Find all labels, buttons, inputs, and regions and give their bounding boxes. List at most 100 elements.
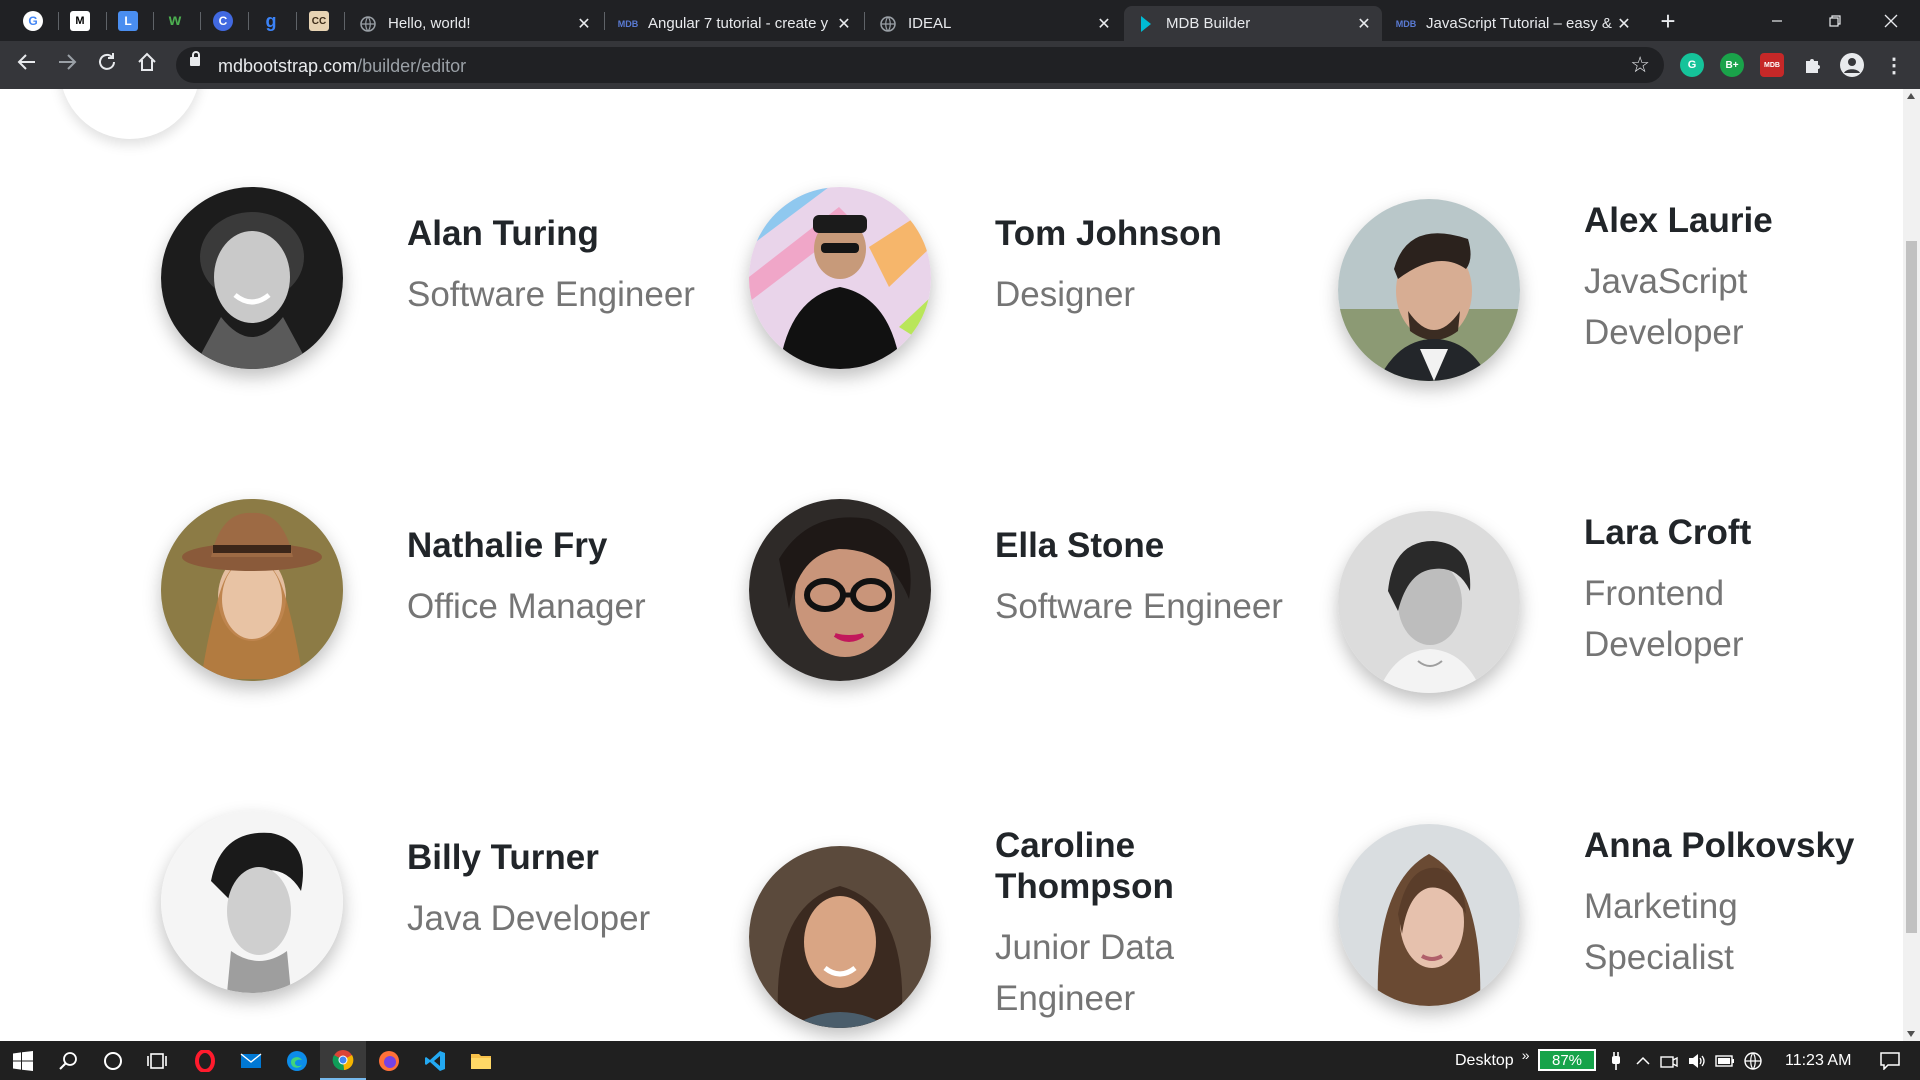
tab-mdb-builder[interactable]: MDB Builder ✕ (1124, 6, 1382, 41)
c-app-icon: C (213, 11, 233, 31)
close-icon[interactable]: ✕ (1094, 14, 1114, 34)
browser-tab-bar: G M L w C g CC Hello, world! ✕ MDB Angul… (0, 0, 1920, 41)
url-host: mdbootstrap.com (218, 56, 358, 76)
bplus-extension-icon[interactable]: B+ (1720, 53, 1744, 77)
member-role: Office Manager (407, 587, 646, 626)
menu-kebab-icon[interactable]: ⋮ (1882, 53, 1906, 77)
desktop-toolbar-label[interactable]: Desktop » (1455, 1041, 1530, 1080)
tab-javascript-tutorial[interactable]: MDB JavaScript Tutorial – easy & ✕ (1384, 6, 1642, 41)
battery-icon[interactable] (1712, 1041, 1738, 1080)
tab-separator (604, 12, 605, 30)
mdb-icon: MDB (617, 18, 639, 29)
close-icon[interactable]: ✕ (574, 14, 594, 34)
member-role: Developer (1584, 313, 1744, 352)
member-role: Engineer (995, 979, 1136, 1018)
start-button[interactable] (0, 1041, 46, 1080)
close-icon[interactable]: ✕ (1354, 14, 1374, 34)
member-role: JavaScript (1584, 262, 1748, 301)
firefox-icon[interactable] (366, 1041, 412, 1080)
member-name: Alex Laurie (1584, 201, 1773, 240)
reload-button[interactable] (93, 51, 121, 79)
tab-title: Hello, world! (388, 15, 471, 32)
scroll-up-arrow-icon[interactable] (1907, 93, 1915, 99)
w3schools-icon: w (168, 12, 182, 29)
clock[interactable]: 11:23 AM (1785, 1041, 1851, 1080)
tab-separator (864, 12, 865, 30)
tab-separator (153, 12, 154, 30)
avatar-billy-turner (161, 811, 343, 993)
tab-separator (344, 12, 345, 30)
tab-title: IDEAL (908, 15, 952, 32)
tab-title: MDB Builder (1166, 15, 1251, 32)
g-app-icon: g (265, 10, 277, 31)
mail-icon[interactable] (228, 1041, 274, 1080)
scroll-down-arrow-icon[interactable] (1907, 1031, 1915, 1037)
opera-icon[interactable] (182, 1041, 228, 1080)
volume-icon[interactable] (1684, 1041, 1710, 1080)
close-window-button[interactable] (1862, 0, 1920, 41)
tab-angular-tutorial[interactable]: MDB Angular 7 tutorial - create y ✕ (606, 6, 862, 41)
task-view-icon[interactable] (134, 1041, 180, 1080)
show-hidden-icons-chevron-icon[interactable] (1630, 1041, 1656, 1080)
pinned-tab-w3schools[interactable]: w (160, 6, 190, 36)
member-name: Caroline (995, 826, 1136, 865)
search-icon[interactable] (46, 1041, 92, 1080)
battery-text: 87% (1551, 1051, 1583, 1069)
back-button[interactable] (13, 51, 41, 79)
restore-button[interactable] (1806, 0, 1864, 41)
tab-separator (106, 12, 107, 30)
pinned-tab-c[interactable]: C (208, 6, 238, 36)
member-role: Junior Data (995, 928, 1174, 967)
camera-privacy-icon[interactable] (1656, 1041, 1682, 1080)
member-role: Software Engineer (407, 275, 695, 314)
lock-icon (190, 51, 200, 66)
bookmark-star-icon[interactable]: ☆ (1630, 52, 1650, 78)
partial-avatar-circle (60, 89, 200, 139)
tab-title: JavaScript Tutorial – easy & (1426, 15, 1612, 32)
pinned-tab-cc[interactable]: CC (304, 6, 334, 36)
tab-separator (296, 12, 297, 30)
forward-button[interactable] (53, 51, 81, 79)
desktop-label: Desktop (1455, 1051, 1514, 1069)
chrome-taskbar-icon[interactable] (320, 1041, 366, 1080)
page-viewport: Alan Turing Software Engineer Tom Johnso… (0, 89, 1920, 1041)
mdb-extension-icon[interactable]: MDB (1760, 53, 1784, 77)
vscode-icon[interactable] (412, 1041, 458, 1080)
pinned-tab-l[interactable]: L (113, 6, 143, 36)
address-bar[interactable]: mdbootstrap.com/builder/editor ☆ (176, 47, 1664, 83)
member-role: Specialist (1584, 938, 1734, 977)
chevron-right-icon: » (1521, 1046, 1530, 1063)
avatar-tom-johnson (749, 187, 931, 369)
home-button[interactable] (133, 51, 161, 79)
file-explorer-icon[interactable] (458, 1041, 504, 1080)
bplus-label: B+ (1725, 59, 1739, 71)
pinned-tab-g[interactable]: g (256, 6, 286, 36)
close-icon[interactable]: ✕ (1614, 14, 1634, 34)
member-name: Alan Turing (407, 214, 599, 253)
mdb-builder-icon (1138, 15, 1154, 32)
close-icon[interactable]: ✕ (834, 14, 854, 34)
grammarly-icon[interactable]: G (1680, 53, 1704, 77)
power-plug-icon[interactable] (1602, 1041, 1630, 1080)
profile-avatar-icon[interactable] (1840, 53, 1864, 77)
page-scrollbar[interactable] (1903, 89, 1920, 1041)
scrollbar-thumb[interactable] (1906, 241, 1917, 933)
avatar-lara-croft (1338, 511, 1520, 693)
member-name: Thompson (995, 867, 1174, 906)
tab-ideal[interactable]: IDEAL ✕ (866, 6, 1122, 41)
pinned-tab-medium[interactable]: M (65, 6, 95, 36)
minimize-button[interactable] (1748, 0, 1806, 41)
windows-taskbar: Desktop » 87% 11:23 AM (0, 1041, 1920, 1080)
puzzle-icon[interactable] (1800, 53, 1824, 77)
tab-separator (58, 12, 59, 30)
cortana-icon[interactable] (90, 1041, 136, 1080)
edge-icon[interactable] (274, 1041, 320, 1080)
mdb-icon: MDB (1395, 18, 1417, 29)
tab-hello-world[interactable]: Hello, world! ✕ (346, 6, 602, 41)
pinned-tab-google[interactable]: G (18, 6, 48, 36)
member-name: Tom Johnson (995, 214, 1222, 253)
new-tab-button[interactable]: + (1655, 8, 1681, 34)
battery-percentage-badge: 87% (1538, 1049, 1596, 1071)
notification-center-icon[interactable] (1868, 1041, 1912, 1080)
network-globe-icon[interactable] (1740, 1041, 1766, 1080)
